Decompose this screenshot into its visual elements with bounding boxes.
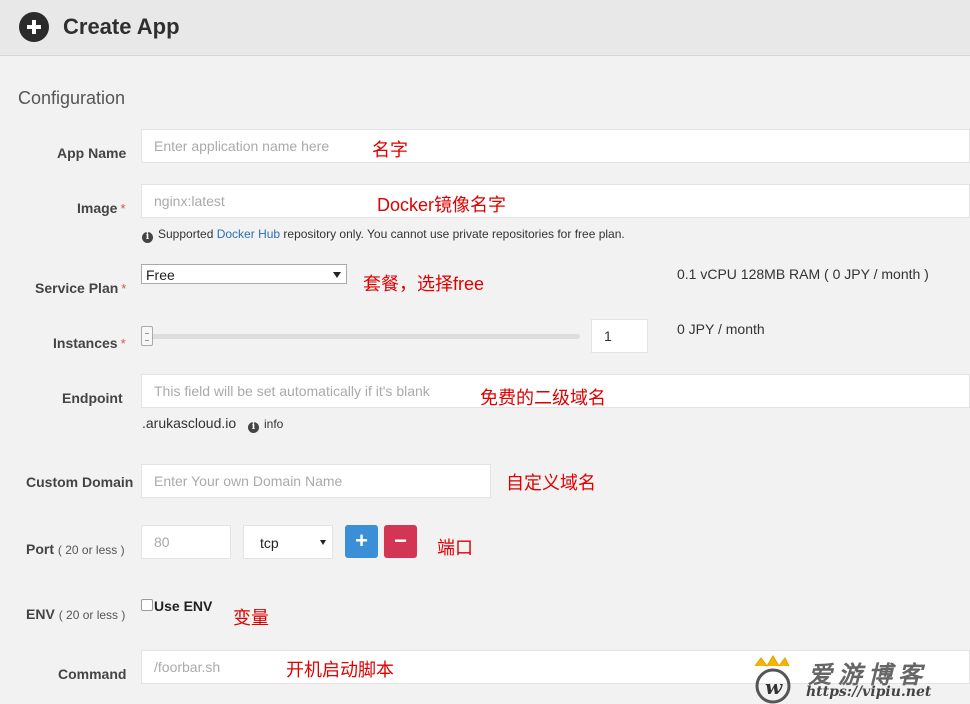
endpoint-info[interactable]: i info [248,417,283,433]
remove-port-button[interactable]: − [384,525,417,558]
image-help-text: i Supported Docker Hub repository only. Y… [142,227,625,243]
command-label: Command [58,666,127,682]
custom-domain-label: Custom Domain [26,474,134,490]
add-port-button[interactable]: + [345,525,378,558]
info-icon: i [248,422,259,433]
svg-text:w: w [765,675,783,699]
port-label: Port ( 20 or less ) [26,541,125,557]
use-env-label[interactable]: Use ENV [154,598,212,614]
info-icon: i [142,232,153,243]
port-number-input[interactable]: 80 [141,525,231,559]
service-plan-spec: 0.1 vCPU 128MB RAM ( 0 JPY / month ) [677,266,929,282]
watermark-url: https://vipiu.net [806,684,932,700]
env-annotation: 变量 [233,608,269,628]
custom-domain-annotation: 自定义域名 [506,473,596,493]
instances-price: 0 JPY / month [677,321,765,337]
app-name-input[interactable]: Enter application name here [141,129,970,163]
page-header: Create App [0,0,970,56]
image-label: Image * [77,200,126,216]
image-input[interactable]: nginx:latest [141,184,970,218]
plus-circle-icon [19,12,49,42]
env-label: ENV ( 20 or less ) [26,606,126,622]
custom-domain-input[interactable]: Enter Your own Domain Name [141,464,491,498]
instances-label: Instances * [53,335,126,351]
service-plan-label: Service Plan * [35,280,127,296]
port-protocol-select[interactable]: tcp [243,525,333,559]
app-name-annotation: 名字 [372,140,408,160]
docker-hub-link[interactable]: Docker Hub [217,227,280,241]
section-title: Configuration [18,88,126,108]
endpoint-annotation: 免费的二级域名 [480,388,606,408]
page-title: Create App [63,14,180,39]
service-plan-select[interactable]: Free [141,264,347,284]
instances-input[interactable]: 1 [591,319,648,353]
endpoint-domain-suffix: .arukascloud.io [142,415,237,431]
service-plan-annotation: 套餐，选择free [363,274,485,294]
use-env-checkbox[interactable] [141,599,153,611]
endpoint-label: Endpoint [62,390,123,406]
app-name-label: App Name [57,145,127,161]
chevron-down-icon [333,272,341,278]
instances-slider-track[interactable] [144,334,580,339]
port-annotation: 端口 [437,538,473,558]
command-annotation: 开机启动脚本 [286,660,394,680]
chevron-down-icon [320,540,326,545]
image-annotation: Docker镜像名字 [377,195,507,215]
instances-slider-handle[interactable] [141,326,153,346]
